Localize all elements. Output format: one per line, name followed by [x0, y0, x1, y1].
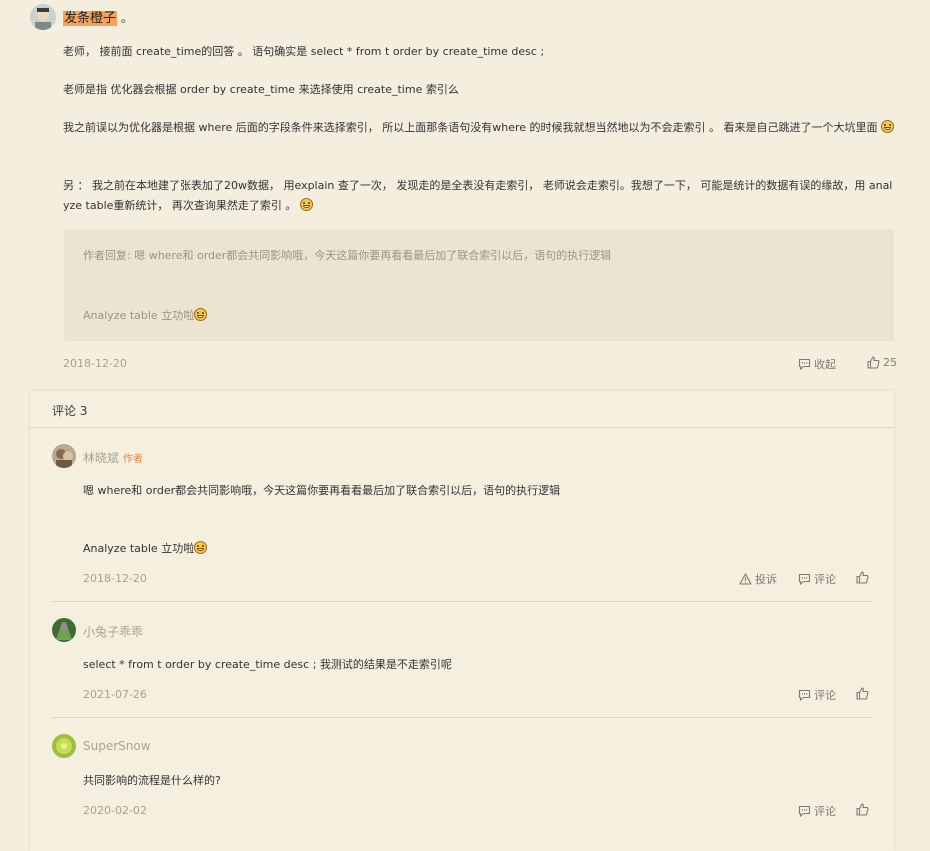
post-paragraph-3-text: 我之前误以为优化器是根据 where 后面的字段条件来选择索引， 所以上面那条语… [63, 121, 878, 134]
comment-author-name[interactable]: SuperSnow [83, 739, 151, 753]
comment-reply-label: 评论 [814, 805, 836, 818]
smile-emoji-icon [299, 198, 313, 211]
comment-text-2: Analyze table 立功啦 [83, 540, 208, 556]
post-paragraph-4-text: 另 ： 我之前在本地建了张表加了20w数据， 用explain 查了一次， 发现… [63, 179, 893, 212]
comment-reply-label: 评论 [814, 689, 836, 702]
comment-text: 嗯 where和 order都会共同影响哦，今天这篇你要再看看最后加了联合索引以… [83, 484, 561, 497]
thumbs-up-icon [867, 356, 880, 369]
comment-author-name[interactable]: 小兔子乖乖 [83, 625, 143, 639]
comment-icon [798, 358, 811, 370]
comment-date: 2020-02-02 [83, 804, 147, 817]
comments-header-divider [30, 427, 894, 428]
thumbs-up-icon [856, 687, 869, 700]
thumbs-up-icon [856, 571, 869, 584]
like-button[interactable]: 25 [867, 356, 897, 369]
comment-icon [798, 573, 811, 585]
comment-icon [798, 689, 811, 701]
comment-author-line: 林晓斌 作者 [83, 449, 143, 466]
author-reply-text-2-label: Analyze table 立功啦 [83, 309, 195, 322]
smile-emoji-icon [194, 541, 208, 554]
post-author-line: 发条橙子 。 [63, 9, 133, 28]
comment-author-line: 小兔子乖乖 [83, 623, 143, 640]
comment-reply-button[interactable]: 评论 [798, 571, 836, 587]
comment-avatar[interactable] [52, 734, 76, 758]
warning-icon [739, 573, 752, 585]
comment-like-button[interactable] [856, 803, 869, 816]
author-reply-box: 作者回复: 嗯 where和 order都会共同影响哦，今天这篇你要再看看最后加… [64, 229, 894, 341]
post-paragraph-4: 另 ： 我之前在本地建了张表加了20w数据， 用explain 查了一次， 发现… [63, 176, 895, 216]
comment-avatar[interactable] [52, 618, 76, 642]
author-reply-text-2: Analyze table 立功啦 [83, 307, 208, 323]
comment-icon [798, 805, 811, 817]
comment-text: select * from t order by create_time des… [83, 658, 452, 671]
comment-reply-button[interactable]: 评论 [798, 687, 836, 703]
post-author-suffix: 。 [120, 11, 133, 25]
like-count: 25 [883, 356, 897, 369]
report-button[interactable]: 投诉 [739, 571, 777, 587]
comment-like-button[interactable] [856, 571, 869, 584]
smile-emoji-icon [881, 120, 895, 133]
author-reply-text: 作者回复: 嗯 where和 order都会共同影响哦，今天这篇你要再看看最后加… [83, 249, 612, 262]
comment-text-2-label: Analyze table 立功啦 [83, 542, 195, 555]
comment-divider [52, 601, 872, 602]
thumbs-up-icon [856, 803, 869, 816]
post-paragraph-2: 老师是指 优化器会根据 order by create_time 来选择使用 c… [63, 83, 459, 96]
comment-divider [52, 717, 872, 718]
comment-reply-button[interactable]: 评论 [798, 803, 836, 819]
comment-avatar[interactable] [52, 444, 76, 468]
comments-panel: 评论 3 林晓斌 作者 嗯 where和 order都会共同影响哦，今天这篇你要… [30, 391, 894, 851]
comments-title: 评论 3 [52, 404, 88, 418]
comment-text: 共同影响的流程是什么样的? [83, 774, 221, 787]
smile-emoji-icon [194, 308, 208, 321]
comment-like-button[interactable] [856, 687, 869, 700]
post-author-name[interactable]: 发条橙子 [63, 11, 118, 26]
report-label: 投诉 [755, 573, 777, 586]
author-tag: 作者 [122, 454, 143, 465]
comment-author-line: SuperSnow [83, 739, 151, 753]
comment-date: 2018-12-20 [83, 572, 147, 585]
collapse-button[interactable]: 收起 [798, 356, 836, 372]
collapse-label: 收起 [814, 358, 836, 371]
comment-author-name[interactable]: 林晓斌 [83, 451, 119, 465]
comment-date: 2021-07-26 [83, 688, 147, 701]
post-date: 2018-12-20 [63, 357, 127, 370]
post-paragraph-1: 老师， 接前面 create_time的回答 。 语句确实是 select * … [63, 45, 545, 58]
comment-reply-label: 评论 [814, 573, 836, 586]
post-author-avatar[interactable] [30, 4, 56, 30]
post-paragraph-3: 我之前误以为优化器是根据 where 后面的字段条件来选择索引， 所以上面那条语… [63, 118, 895, 138]
